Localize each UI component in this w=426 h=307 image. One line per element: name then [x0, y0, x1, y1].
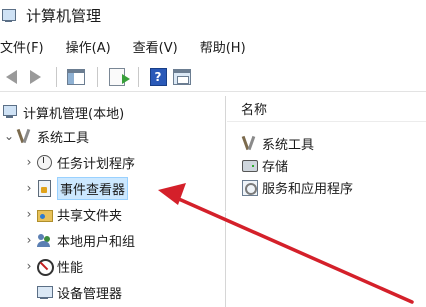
toolbar-separator [97, 66, 98, 87]
list-item-system-tools[interactable]: 系统工具 [241, 132, 314, 154]
tools-icon [16, 128, 32, 144]
tree-item-label: 事件查看器 [57, 176, 129, 200]
clock-icon [36, 154, 52, 170]
view-button[interactable] [171, 66, 193, 88]
help-button[interactable]: ? [147, 66, 169, 88]
tree-item-event-viewer[interactable]: › 事件查看器 [22, 176, 129, 200]
menu-action[interactable]: 操作(A) [62, 37, 115, 56]
toolbar-separator [56, 66, 57, 87]
computer-icon [2, 104, 18, 120]
menu-file[interactable]: 文件(F) [0, 37, 48, 56]
list-item-label: 服务和应用程序 [262, 181, 354, 197]
back-button[interactable] [0, 66, 22, 88]
back-icon [5, 69, 17, 84]
menu-view[interactable]: 查看(V) [129, 37, 182, 56]
chevron-right-icon[interactable]: › [22, 233, 36, 247]
help-icon: ? [149, 67, 167, 86]
device-manager-icon [36, 284, 53, 300]
chevron-right-icon[interactable]: › [22, 259, 36, 273]
window-title: 计算机管理 [26, 6, 102, 25]
tree-item-device-manager[interactable]: 设备管理器 [36, 280, 122, 304]
users-icon [36, 232, 52, 248]
show-hide-tree-icon [67, 68, 85, 85]
toolbar: ? [0, 62, 426, 92]
computer-management-icon [2, 7, 16, 23]
tree-item-label: 本地用户和组 [57, 234, 136, 250]
chevron-right-icon[interactable]: › [22, 207, 36, 221]
menu-bar: 文件(F) 操作(A) 查看(V) 帮助(H) [0, 34, 426, 58]
details-pane: 名称 系统工具 存储 服务和应用程序 [227, 96, 426, 307]
view-icon [173, 68, 191, 85]
export-list-button[interactable] [106, 66, 130, 88]
event-viewer-icon [36, 180, 52, 197]
chevron-right-icon[interactable]: › [22, 155, 36, 169]
console-tree: 计算机管理(本地) ⌄ 系统工具 › 任务计划程序 › 事件查看器 › 共享文件… [0, 96, 226, 307]
tools-icon [241, 135, 257, 151]
column-header-label: 名称 [241, 103, 268, 118]
toolbar-separator [138, 66, 139, 87]
column-header-name[interactable]: 名称 [227, 96, 426, 122]
tree-item-label: 计算机管理(本地) [23, 106, 125, 122]
shared-folder-icon [36, 206, 53, 222]
tree-item-local-users[interactable]: › 本地用户和组 [22, 228, 135, 252]
tree-item-system-tools[interactable]: ⌄ 系统工具 [2, 124, 89, 148]
chevron-down-icon[interactable]: ⌄ [2, 129, 16, 143]
list-item-storage[interactable]: 存储 [241, 154, 288, 176]
tree-item-label: 任务计划程序 [57, 156, 136, 172]
show-hide-tree-button[interactable] [65, 66, 87, 88]
menu-help[interactable]: 帮助(H) [196, 37, 250, 56]
tree-item-root[interactable]: 计算机管理(本地) [2, 100, 124, 124]
list-item-label: 存储 [262, 159, 289, 175]
forward-icon [29, 69, 41, 84]
tree-item-label: 设备管理器 [57, 286, 123, 302]
tree-item-task-scheduler[interactable]: › 任务计划程序 [22, 150, 135, 174]
services-icon [241, 179, 258, 196]
performance-icon [36, 258, 54, 276]
chevron-right-icon[interactable]: › [22, 181, 36, 195]
forward-button[interactable] [24, 66, 46, 88]
tree-item-shared-folders[interactable]: › 共享文件夹 [22, 202, 122, 226]
export-list-icon [109, 67, 130, 86]
list-item-services[interactable]: 服务和应用程序 [241, 176, 353, 198]
tree-item-label: 系统工具 [37, 130, 90, 146]
tree-item-performance[interactable]: › 性能 [22, 254, 83, 278]
list-item-label: 系统工具 [262, 137, 315, 153]
storage-icon [241, 157, 258, 173]
tree-item-label: 性能 [57, 260, 84, 276]
tree-item-label: 共享文件夹 [57, 208, 123, 224]
title-bar: 计算机管理 [0, 0, 426, 30]
